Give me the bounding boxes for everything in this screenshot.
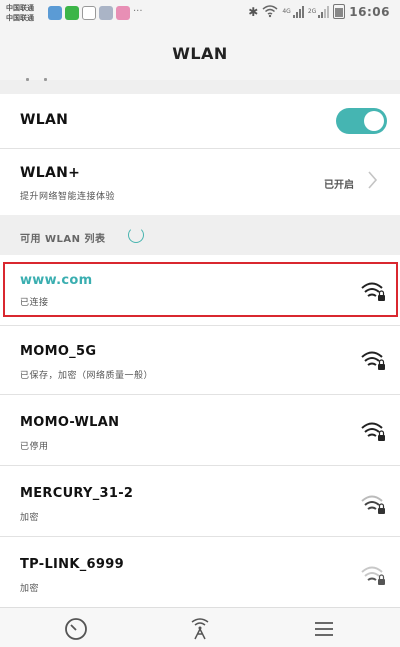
network-ssid: TP-LINK_6999	[20, 557, 124, 572]
clock: 16:06	[349, 4, 390, 19]
system-icons: ✱ 4G 2G 16:06	[248, 4, 390, 19]
network-ssid: MOMO_5G	[20, 344, 97, 359]
app-icon	[116, 6, 130, 20]
wifi-tower-icon[interactable]	[187, 616, 213, 642]
toggle-knob	[364, 111, 384, 131]
bluetooth-icon: ✱	[248, 4, 259, 19]
network-ssid: MOMO-WLAN	[20, 415, 120, 430]
wifi-locked-icon	[361, 351, 385, 370]
network-item-tp-link[interactable]: TP-LINK_6999 加密	[0, 537, 400, 607]
network-item-mercury[interactable]: MERCURY_31-2 加密	[0, 466, 400, 536]
signal-1-icon	[292, 5, 304, 18]
wlan-plus-label: WLAN+	[20, 165, 81, 181]
bottom-nav	[0, 607, 400, 647]
network-item-momo-wlan[interactable]: MOMO-WLAN 已停用	[0, 395, 400, 465]
network-status: 已保存，加密（网络质量一般）	[20, 371, 154, 381]
status-bar: 中国联通 中国联通 ··· ✱ 4G 2G 16:06	[0, 0, 400, 28]
signal-badge-1: 4G	[282, 8, 291, 15]
wlan-label: WLAN	[20, 112, 69, 128]
qq-icon	[82, 6, 96, 20]
app-notification-icon	[48, 6, 62, 20]
section-label: 可用 WLAN 列表	[20, 234, 106, 245]
network-status: 加密	[20, 584, 40, 594]
network-item-momo-5g[interactable]: MOMO_5G 已保存，加密（网络质量一般）	[0, 326, 400, 394]
chevron-right-icon-shape	[368, 171, 378, 189]
notification-icons: ···	[48, 6, 143, 20]
scroll-artifact	[44, 78, 47, 81]
wifi-weak-locked-icon	[361, 566, 385, 585]
gallery-icon	[99, 6, 113, 20]
highlight-box	[3, 262, 398, 317]
wlan-plus-row[interactable]: WLAN+ 提升网络智能连接体验 已开启	[0, 149, 400, 215]
wifi-status-icon	[262, 5, 278, 18]
scroll-edge	[0, 78, 400, 94]
menu-icon[interactable]	[311, 616, 337, 642]
page-title: WLAN	[172, 44, 228, 63]
network-status: 加密	[20, 513, 40, 523]
wechat-icon	[65, 6, 79, 20]
chevron-right-icon	[368, 171, 382, 189]
signal-2-icon	[318, 5, 330, 18]
battery-icon	[333, 4, 346, 19]
wifi-weak-locked-icon	[361, 495, 385, 514]
available-networks-header: 可用 WLAN 列表	[0, 215, 400, 255]
carrier-info: 中国联通 中国联通	[6, 3, 34, 23]
carrier-2: 中国联通	[6, 14, 34, 22]
carrier-1: 中国联通	[6, 4, 34, 12]
wlan-toggle-row[interactable]: WLAN	[0, 94, 400, 148]
wlan-toggle-switch[interactable]	[336, 108, 387, 134]
speed-test-icon[interactable]	[63, 616, 89, 642]
title-bar: WLAN	[0, 28, 400, 80]
wlan-plus-subtitle: 提升网络智能连接体验	[20, 192, 116, 202]
network-ssid: MERCURY_31-2	[20, 486, 134, 501]
more-notifications-icon: ···	[133, 6, 143, 17]
wifi-locked-icon	[361, 422, 385, 441]
network-status: 已停用	[20, 442, 49, 452]
wlan-plus-status: 已开启	[324, 180, 354, 191]
signal-badge-2: 2G	[307, 8, 317, 15]
scroll-artifact	[26, 78, 29, 81]
scanning-spinner-icon	[128, 227, 144, 243]
